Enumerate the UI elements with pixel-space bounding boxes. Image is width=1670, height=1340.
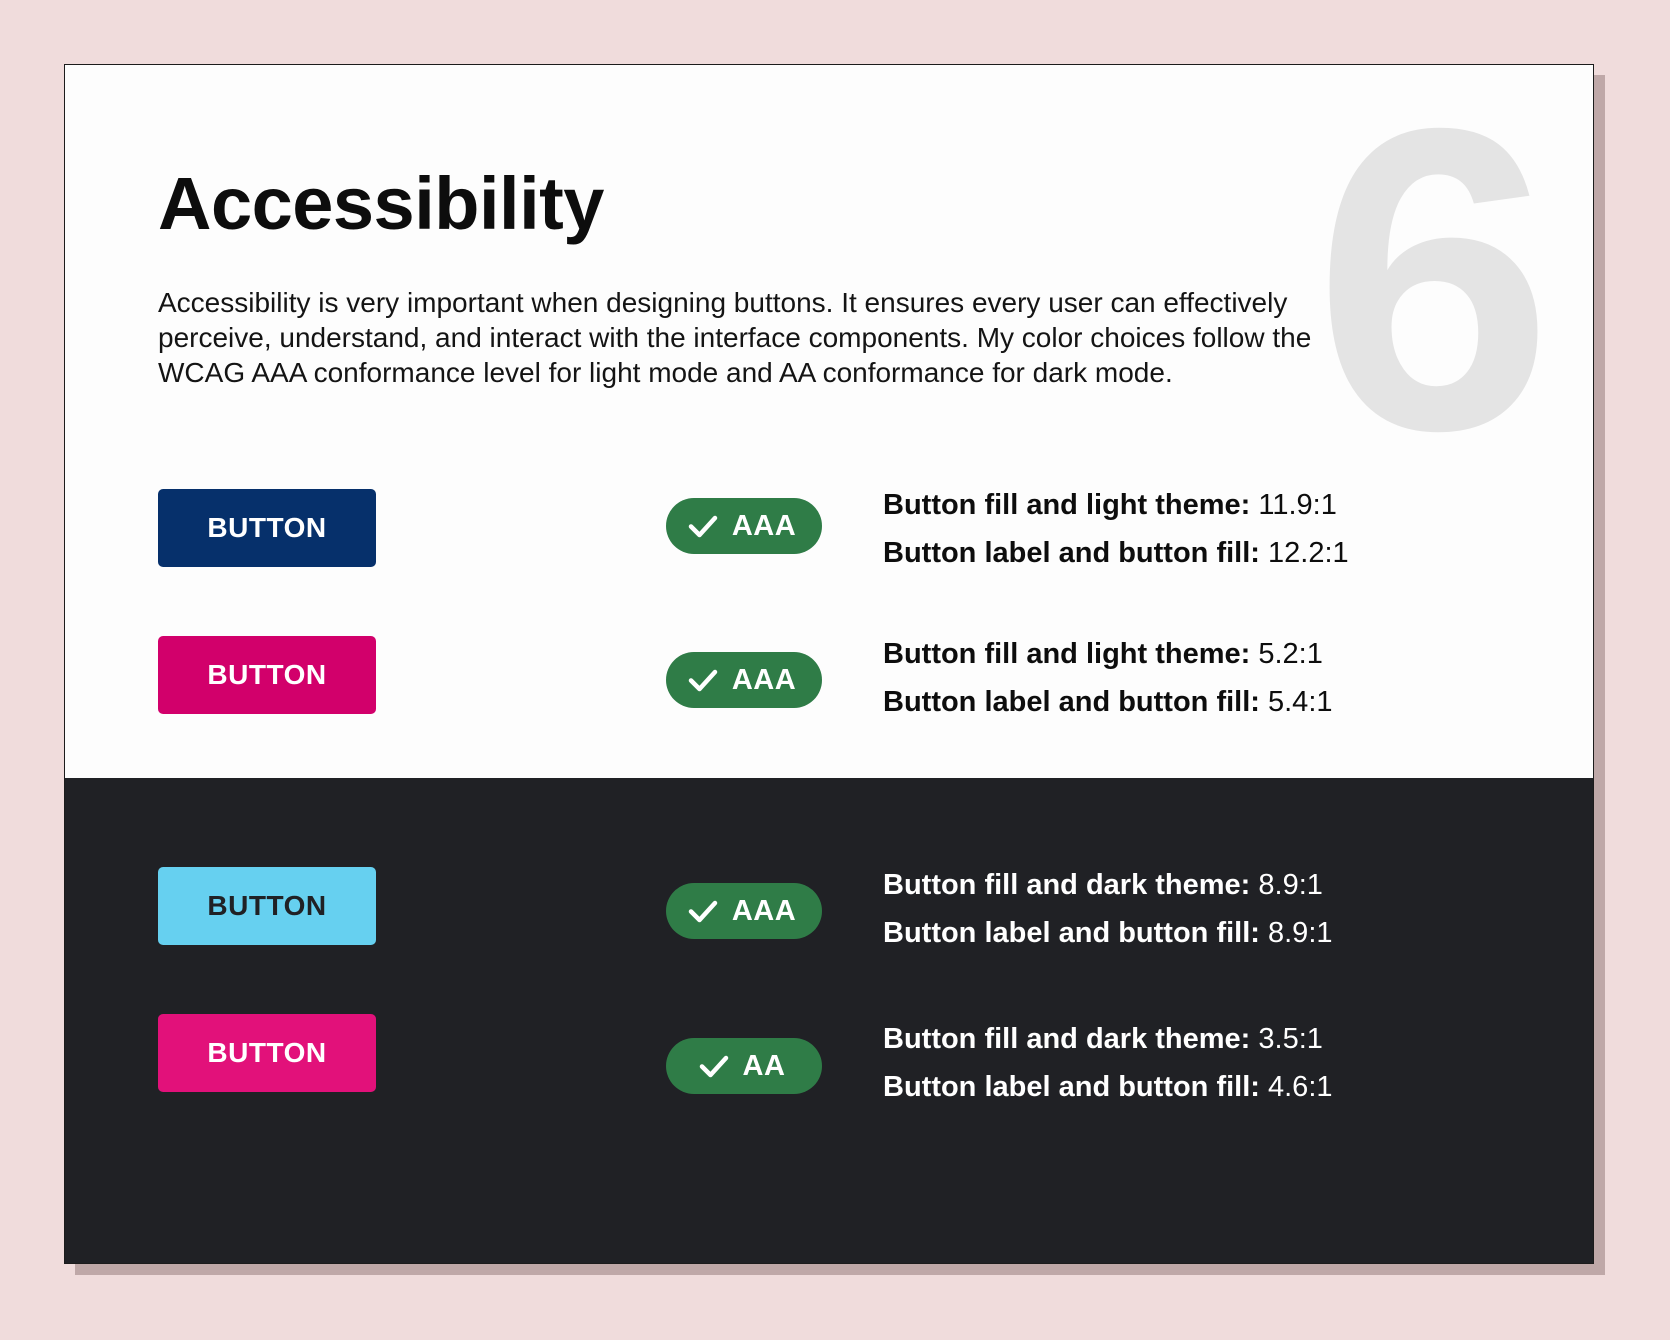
dark-row-cyan: BUTTON AAA Button fill and dark theme: 8… bbox=[65, 867, 1593, 949]
contrast-value: 11.9:1 bbox=[1258, 489, 1337, 521]
light-row-magenta: BUTTON AAA Button fill and light theme: … bbox=[65, 636, 1593, 718]
page-title: Accessibility bbox=[158, 162, 604, 245]
checkmark-icon bbox=[688, 515, 718, 538]
contrast-label: Button label and button fill: bbox=[883, 537, 1260, 569]
light-theme-section: 6 Accessibility Accessibility is very im… bbox=[65, 65, 1593, 778]
dark-theme-section: BUTTON AAA Button fill and dark theme: 8… bbox=[65, 778, 1593, 1263]
accessibility-card: 6 Accessibility Accessibility is very im… bbox=[64, 64, 1594, 1264]
checkmark-icon bbox=[699, 1055, 728, 1078]
contrast-value: 8.9:1 bbox=[1268, 917, 1333, 949]
contrast-info: Button fill and light theme: 5.2:1 Butto… bbox=[883, 630, 1503, 726]
dark-row-pink: BUTTON AA Button fill and dark theme: 3.… bbox=[65, 1014, 1593, 1103]
cyan-sample-button[interactable]: BUTTON bbox=[158, 867, 376, 945]
intro-paragraph: Accessibility is very important when des… bbox=[158, 287, 1312, 388]
conformance-badge: AAA bbox=[666, 883, 822, 939]
section-number: 6 bbox=[1313, 64, 1553, 520]
badge-label: AAA bbox=[731, 509, 797, 542]
contrast-info: Button fill and light theme: 11.9:1 Butt… bbox=[883, 481, 1503, 577]
contrast-label: Button fill and dark theme: bbox=[883, 1023, 1251, 1055]
checkmark-icon bbox=[688, 669, 718, 692]
contrast-value: 12.2:1 bbox=[1268, 537, 1349, 569]
badge-label: AA bbox=[742, 1049, 786, 1082]
badge-label: AAA bbox=[731, 894, 797, 927]
contrast-label: Button label and button fill: bbox=[883, 686, 1260, 718]
badge-label: AAA bbox=[731, 663, 797, 696]
contrast-label: Button label and button fill: bbox=[883, 1071, 1260, 1103]
contrast-label: Button label and button fill: bbox=[883, 917, 1260, 949]
contrast-value: 5.4:1 bbox=[1268, 686, 1333, 718]
checkmark-icon bbox=[688, 900, 718, 923]
conformance-badge: AAA bbox=[666, 652, 822, 708]
light-row-navy: BUTTON AAA Button fill and light theme: … bbox=[65, 489, 1593, 569]
contrast-value: 5.2:1 bbox=[1258, 638, 1323, 670]
magenta-sample-button[interactable]: BUTTON bbox=[158, 636, 376, 714]
navy-sample-button[interactable]: BUTTON bbox=[158, 489, 376, 567]
contrast-value: 4.6:1 bbox=[1268, 1071, 1333, 1103]
contrast-value: 8.9:1 bbox=[1258, 869, 1323, 901]
contrast-label: Button fill and light theme: bbox=[883, 638, 1251, 670]
contrast-info: Button fill and dark theme: 3.5:1 Button… bbox=[883, 1015, 1503, 1111]
contrast-label: Button fill and light theme: bbox=[883, 489, 1251, 521]
contrast-info: Button fill and dark theme: 8.9:1 Button… bbox=[883, 861, 1503, 957]
conformance-badge: AAA bbox=[666, 498, 822, 554]
conformance-badge: AA bbox=[666, 1038, 822, 1094]
contrast-value: 3.5:1 bbox=[1258, 1023, 1323, 1055]
pink-sample-button[interactable]: BUTTON bbox=[158, 1014, 376, 1092]
contrast-label: Button fill and dark theme: bbox=[883, 869, 1251, 901]
